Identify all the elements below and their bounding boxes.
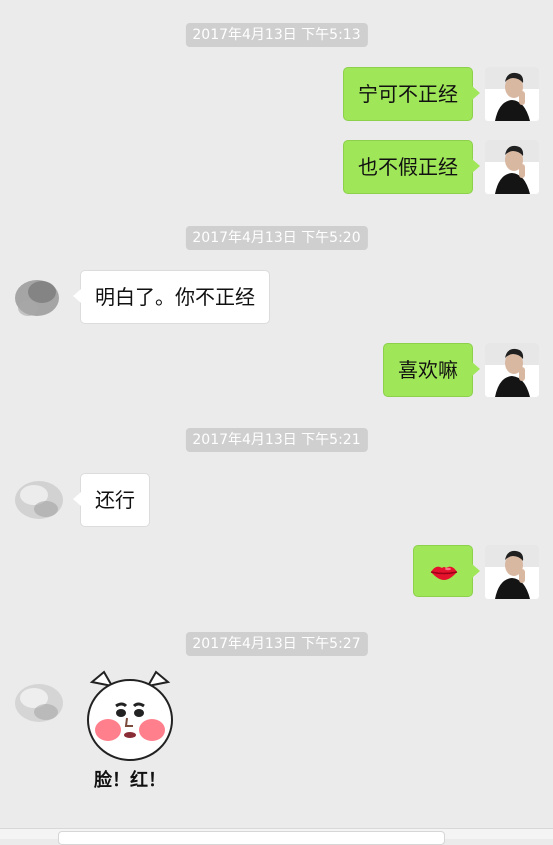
avatar-photo-icon [485, 343, 539, 397]
other-avatar[interactable] [12, 473, 66, 527]
own-avatar[interactable] [485, 545, 539, 599]
avatar-photo-icon [485, 67, 539, 121]
timestamp-1: 2017年4月13日 下午5:13 [185, 23, 368, 47]
sticker-message[interactable]: 脸！红！ [80, 668, 180, 798]
blurred-avatar-icon [12, 473, 66, 527]
timestamp-2: 2017年4月13日 下午5:20 [185, 226, 368, 250]
lips-icon [430, 566, 458, 580]
message-bubble[interactable]: 喜欢嘛 [383, 343, 480, 397]
own-avatar[interactable] [485, 140, 539, 194]
own-avatar[interactable] [485, 67, 539, 121]
avatar-photo-icon [485, 140, 539, 194]
timestamp-3: 2017年4月13日 下午5:21 [185, 428, 368, 452]
own-avatar[interactable] [485, 343, 539, 397]
message-bubble[interactable]: 也不假正经 [343, 140, 480, 194]
other-avatar[interactable] [12, 676, 66, 730]
message-bubble[interactable]: 还行 [73, 473, 150, 527]
avatar-photo-icon [485, 545, 539, 599]
message-bubble[interactable]: 明白了。你不正经 [73, 270, 270, 324]
timestamp-4: 2017年4月13日 下午5:27 [185, 632, 368, 656]
message-bubble[interactable] [413, 545, 480, 597]
other-avatar[interactable] [12, 270, 66, 324]
message-input[interactable] [58, 831, 445, 845]
blurred-avatar-icon [12, 676, 66, 730]
input-bar [0, 828, 553, 845]
blurred-avatar-icon [12, 270, 66, 324]
blushing-pig-sticker-icon [87, 670, 173, 761]
sticker-caption: 脸！红！ [94, 770, 166, 791]
message-bubble[interactable]: 宁可不正经 [343, 67, 480, 121]
